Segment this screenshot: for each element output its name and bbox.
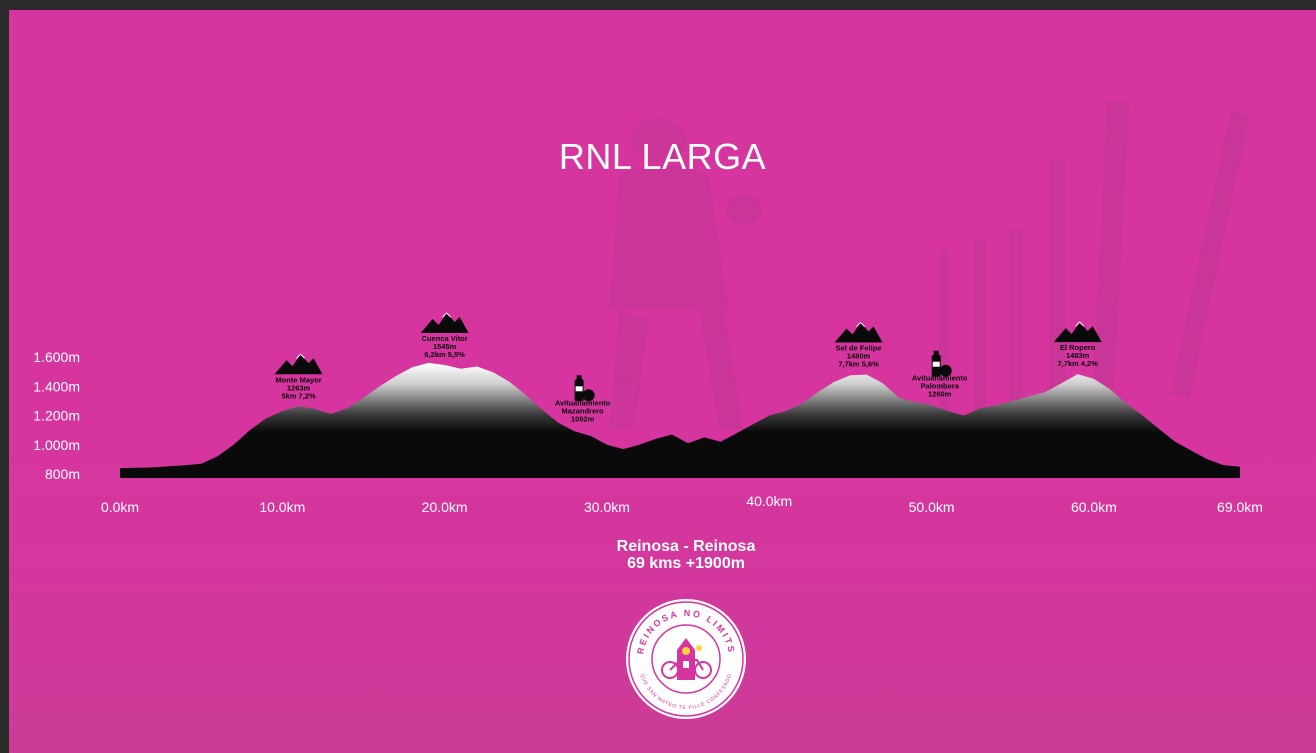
x-tick-label: 40.0km xyxy=(746,493,792,509)
route-name: Reinosa - Reinosa xyxy=(616,538,756,555)
annotation: El Ropero1483m7,7km 4,2% xyxy=(1053,321,1102,368)
slide: RNL LARGA 800m 1.000m 1.200m 1.400m 1.600m 0… xyxy=(9,10,1316,753)
annotation: Monte Mayor1263m5km 7,2% xyxy=(274,353,323,400)
annotation-text: 6,2km 5,5% xyxy=(424,350,465,359)
bottle-label-icon xyxy=(932,361,940,367)
reinosa-no-limits-logo: REINOSA NO LIMITS QUE SAN MATEO TE PILLE… xyxy=(626,599,746,719)
x-tick-label: 50.0km xyxy=(909,499,955,515)
y-tick-label: 1.000m xyxy=(33,437,80,453)
bottle-label-icon xyxy=(575,386,583,392)
mountain-icon xyxy=(834,322,883,343)
annotation: AvituallamientoPalombera1260m xyxy=(912,350,968,399)
mountain-icon xyxy=(1053,322,1102,343)
mountain-icon xyxy=(420,313,469,334)
x-tick-label: 30.0km xyxy=(584,499,630,515)
x-tick-label: 20.0km xyxy=(422,499,468,515)
bottle-cap-icon xyxy=(933,350,939,356)
bottle-cap-icon xyxy=(576,375,582,381)
y-tick-label: 1.400m xyxy=(33,378,80,394)
annotation-text: 7,7km 5,6% xyxy=(838,360,879,369)
annotation-text: 1092m xyxy=(571,414,595,423)
y-tick-label: 1.600m xyxy=(33,349,80,365)
x-tick-label: 69.0km xyxy=(1217,499,1263,515)
annotation: AvituallamientoMazandrero1092m xyxy=(555,375,611,423)
annotation-text: 7,7km 4,2% xyxy=(1057,359,1098,368)
x-tick-label: 10.0km xyxy=(259,499,305,515)
x-tick-label: 60.0km xyxy=(1071,499,1117,515)
route-distance-elevation: 69 kms +1900m xyxy=(627,555,745,572)
annotation: Cuenca Vitor1545m6,2km 5,5% xyxy=(420,312,469,359)
y-tick-label: 1.200m xyxy=(33,408,80,424)
y-tick-label: 800m xyxy=(45,466,80,482)
annotation-text: 5km 7,2% xyxy=(281,391,316,400)
annotation: Sel de Felipe1480m7,7km 5,6% xyxy=(834,321,883,369)
route-summary: Reinosa - Reinosa 69 kms +1900m xyxy=(486,538,886,572)
x-tick-label: 0.0km xyxy=(101,499,139,515)
mountain-icon xyxy=(274,354,323,375)
annotation-text: 1260m xyxy=(928,390,952,399)
